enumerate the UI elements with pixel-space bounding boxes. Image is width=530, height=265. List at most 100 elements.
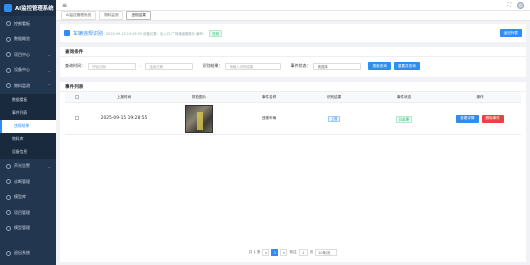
row-checkbox[interactable] [65, 116, 89, 121]
tab-material[interactable]: 物料监测 [99, 11, 124, 20]
sidebar-item-label: 控制看板 [14, 20, 30, 26]
folder-icon [6, 52, 11, 58]
delete-button[interactable]: 删除事件 [481, 114, 504, 123]
column-header: 抓拍图片 [191, 94, 207, 99]
cube-icon [6, 194, 11, 200]
camera-icon [64, 30, 70, 36]
status-select[interactable]: 请选择 [313, 62, 362, 70]
logout-label: 退出系统 [14, 250, 30, 256]
sidebar-item-label: 项目中心 [14, 51, 30, 57]
event-list-panel: 事件列表 上报时间 抓拍图片 事件名称 识别结果 事件状态 操作 2025-09… [60, 82, 526, 262]
back-button[interactable]: 返回列表 [499, 29, 522, 37]
pagination: 共 1 条 < 1 > 前往 1 页 10条/页 [60, 249, 526, 256]
logo-icon [4, 4, 12, 12]
brand: AI监控管理系统 [0, 0, 56, 16]
result-input[interactable]: 请输入识别结果 [225, 62, 282, 70]
view-button[interactable]: 查看详情 [456, 114, 479, 123]
result-label: 识别结果： [202, 63, 223, 68]
sidebar-item-label: 数据概览 [14, 36, 30, 42]
next-page-button[interactable]: > [280, 249, 288, 256]
result-tag: 上报 [327, 116, 341, 122]
chevron-down-icon: ⌄ [47, 52, 51, 58]
page-unit-label: 页 [309, 250, 314, 254]
snapshot-cell [159, 104, 239, 133]
app-title: AI监控管理系统 [15, 6, 54, 12]
logout-button[interactable]: 退出系统 [0, 246, 56, 262]
fullscreen-icon[interactable]: ⛶ [507, 2, 511, 8]
status-badge: 在线 [209, 29, 223, 37]
sidebar-subitem-device-info[interactable]: 设备信息 [0, 145, 56, 159]
sidebar-item-label: 诊断管理 [14, 178, 30, 184]
select-all-checkbox[interactable] [65, 94, 89, 100]
column-header: 识别结果 [326, 94, 342, 99]
sidebar-subitem-events[interactable]: 事件列表 [0, 106, 56, 120]
info-title: 车辆违规识别 [73, 30, 104, 37]
page-jump-input[interactable]: 1 [298, 249, 308, 256]
sidebar-item-label: 模型管理 [14, 225, 30, 231]
tab-violations[interactable]: 违规结果 [126, 11, 151, 20]
avatar[interactable] [517, 1, 524, 9]
start-date-input[interactable]: 开始日期 [88, 62, 136, 70]
sidebar-item-project-mgmt[interactable]: 项目管理 [0, 205, 56, 221]
page-size-select[interactable]: 10条/页 [315, 249, 338, 256]
chart-icon [6, 36, 11, 42]
status-label: 事件状态： [290, 63, 311, 68]
goto-label: 前往 [289, 250, 297, 254]
tab-bar: AI监控管理系统 物料监测 违规结果 [56, 11, 530, 21]
sidebar-item-label: 声光告警 [14, 163, 30, 169]
sidebar-item-model-mgmt[interactable]: 模型管理 [0, 221, 56, 237]
sidebar-item-label: 设备中心 [14, 67, 30, 73]
info-detail: 2025-09-15 19:28:55 设备位置：出入口 广场通道摄像头 编号： [106, 31, 207, 36]
column-header: 上报时间 [116, 94, 132, 99]
tab-home[interactable]: AI监控管理系统 [61, 11, 97, 20]
sidebar-subitem-violations[interactable]: 违规结果 [0, 119, 56, 133]
page-1-button[interactable]: 1 [271, 249, 279, 256]
event-name: 违规车辆 [261, 116, 277, 120]
list-header: 事件列表 [60, 82, 526, 92]
total-count: 共 1 条 [248, 250, 261, 254]
device-info-bar: 车辆违规识别 2025-09-15 19:28:55 设备位置：出入口 广场通道… [60, 24, 526, 42]
list-icon [6, 210, 11, 216]
table-header: 上报时间 抓拍图片 事件名称 识别结果 事件状态 操作 [65, 92, 521, 103]
query-header: 查询条件 [60, 47, 526, 57]
status-cell: 已处理 [369, 115, 439, 123]
sidebar-item-alarm[interactable]: 声光告警 ⌄ [0, 159, 56, 175]
chevron-down-icon: ⌄ [47, 163, 51, 169]
query-panel: 查询条件 查询时间： 开始日期 - 结束日期 识别结果： 请输入识别结果 事件状… [60, 47, 526, 77]
sidebar-item-model-library[interactable]: 模型库 [0, 190, 56, 206]
report-time: 2025-09-15 19:28:55 [100, 116, 148, 121]
chevron-up-icon: ⌃ [47, 83, 51, 89]
actions-cell: 查看详情 删除事件 [439, 114, 521, 123]
column-header: 事件状态 [396, 94, 412, 99]
event-status-tag: 已处理 [395, 115, 413, 123]
sidebar-item-diagnosis[interactable]: 诊断管理 [0, 174, 56, 190]
reset-button[interactable]: 重置并查询 [393, 62, 420, 70]
box-icon [6, 83, 11, 89]
alarm-icon [6, 163, 11, 169]
sidebar-subitem-dashboard[interactable]: 数据看板 [0, 93, 56, 107]
sidebar-item-material[interactable]: 物料监测 ⌃ [0, 78, 56, 94]
column-header: 操作 [476, 94, 484, 99]
search-button[interactable]: 搜索查询 [368, 62, 391, 70]
snapshot-image[interactable] [185, 104, 213, 133]
logout-icon [6, 250, 11, 256]
sidebar-item-projects[interactable]: 项目中心 ⌄ [0, 47, 56, 63]
sidebar-subitem-library[interactable]: 物料库 [0, 132, 56, 146]
sidebar-item-dashboard[interactable]: 控制看板 [0, 16, 56, 32]
range-separator: - [140, 63, 142, 69]
device-icon [6, 67, 11, 73]
chevron-down-icon: ⌄ [47, 67, 51, 73]
dashboard-icon [6, 21, 11, 27]
sidebar-item-devices[interactable]: 设备中心 ⌄ [0, 63, 56, 79]
settings-icon [6, 225, 11, 231]
menu-toggle-icon[interactable]: ≡ [62, 2, 67, 9]
table-row: 2025-09-15 19:28:55 违规车辆 上报 已处理 查看详情 删除事… [65, 103, 521, 135]
sidebar-item-label: 物料监测 [14, 82, 30, 88]
sidebar-item-overview[interactable]: 数据概览 [0, 32, 56, 48]
wrench-icon [6, 179, 11, 185]
prev-page-button[interactable]: < [262, 249, 270, 256]
time-label: 查询时间： [65, 63, 85, 68]
sidebar-item-label: 模型库 [14, 194, 26, 200]
end-date-input[interactable]: 结束日期 [145, 62, 194, 70]
result-cell: 上报 [299, 116, 369, 122]
